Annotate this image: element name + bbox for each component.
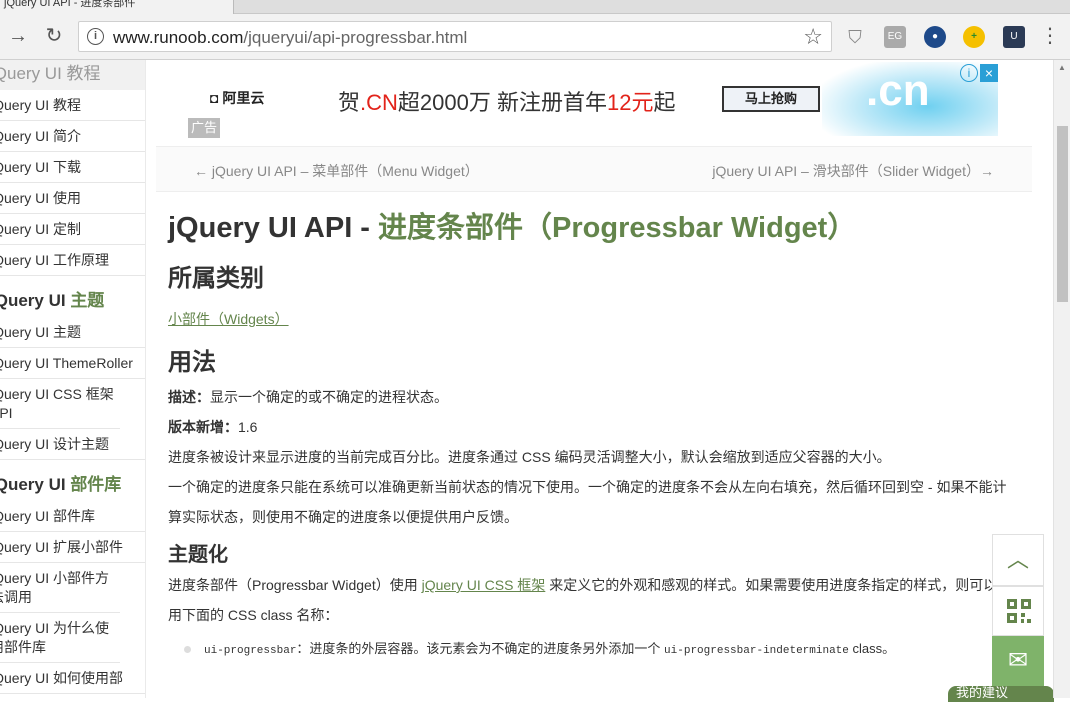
article: jQuery UI API - 进度条部件（Progressbar Widget… <box>168 206 1012 662</box>
sidebar-item[interactable]: jQuery UI 扩展小部件 <box>0 532 145 563</box>
ad-info-icon[interactable]: i <box>960 64 978 82</box>
theming-heading: 主题化 <box>168 544 228 566</box>
tab-title: jQuery UI API - 进度条部件 <box>4 0 136 9</box>
reload-icon[interactable]: ↻ <box>42 24 66 48</box>
main-content: ◘ 阿里云 贺.CN超2000万 新注册首年12元起 马上抢购 .cn i × … <box>156 60 1032 698</box>
ad-domain-text: .cn <box>866 66 930 115</box>
info-icon[interactable]: i <box>87 28 104 45</box>
extension-icon[interactable]: ● <box>924 26 946 48</box>
sidebar-section-widgets: jQuery UI 部件库 <box>0 460 145 501</box>
ad-buy-button[interactable]: 马上抢购 <box>722 86 820 112</box>
ad-domain-graphic: .cn i × <box>822 62 998 136</box>
chevron-up-icon: ︿ <box>1006 547 1029 572</box>
determinate-paragraph: 一个确定的进度条只能在系统可以准确更新当前状态的情况下使用。一个确定的进度条不会… <box>168 479 1007 525</box>
sidebar-item[interactable]: jQuery UI CSS 框架 API <box>0 379 120 429</box>
ad-tag: 广告 <box>188 118 220 138</box>
browser-tab[interactable]: jQuery UI API - 进度条部件 <box>0 0 234 14</box>
mail-icon: ✉ <box>1007 647 1029 674</box>
feedback-button[interactable]: 我的建议 <box>948 686 1054 702</box>
forward-icon[interactable]: → <box>6 24 30 48</box>
css-class-list: ui-progressbar：进度条的外层容器。该元素会为不确定的进度条另外添加… <box>168 638 1012 662</box>
section-label: jQuery UI <box>0 291 66 310</box>
ad-logo-text: 阿里云 <box>222 90 265 106</box>
category-heading: 所属类别 <box>168 265 264 292</box>
sidebar: jQuery UI 教程 jQuery UI 教程 jQuery UI 简介 j… <box>0 60 146 698</box>
description: 描述：显示一个确定的或不确定的进程状态。 <box>168 389 448 405</box>
next-article-link[interactable]: jQuery UI API – 滑块部件（Slider Widget）→ <box>712 161 994 181</box>
sidebar-item[interactable]: jQuery UI 设计主题 <box>0 429 145 460</box>
sidebar-section-theme: jQuery UI 主题 <box>0 276 145 317</box>
category-link[interactable]: 小部件（Widgets） <box>168 311 289 327</box>
list-item: ui-progressbar：进度条的外层容器。该元素会为不确定的进度条另外添加… <box>168 638 1012 662</box>
sidebar-item[interactable]: jQuery UI 工作原理 <box>0 245 145 276</box>
page-title: jQuery UI API - 进度条部件（Progressbar Widget… <box>168 212 857 244</box>
sidebar-item[interactable]: jQuery UI 小部件方法调用 <box>0 563 120 613</box>
sidebar-item[interactable]: jQuery UI 部件库 <box>0 501 145 532</box>
section-label-accent: 主题 <box>70 291 105 310</box>
qr-code-button[interactable] <box>992 586 1044 636</box>
sidebar-item[interactable]: jQuery UI 如何使用部 <box>0 663 145 694</box>
sidebar-item[interactable]: jQuery UI 主题 <box>0 317 145 348</box>
mail-button[interactable]: ✉ <box>992 636 1044 688</box>
url-host: www.runoob.com <box>113 28 244 47</box>
sidebar-item[interactable]: jQuery UI ThemeRoller <box>0 348 145 379</box>
article-pager: ← jQuery UI API – 菜单部件（Menu Widget） jQue… <box>156 146 1032 192</box>
ad-banner[interactable]: ◘ 阿里云 贺.CN超2000万 新注册首年12元起 马上抢购 .cn i × <box>186 60 998 140</box>
sidebar-item[interactable]: jQuery UI 下载 <box>0 152 145 183</box>
scroll-up-icon[interactable]: ▲ <box>1058 63 1066 72</box>
ad-slogan: 贺.CN超2000万 新注册首年12元起 <box>338 90 676 115</box>
back-to-top-button[interactable]: ︿ <box>992 534 1044 586</box>
sidebar-item[interactable]: jQuery UI 教程 <box>0 90 145 121</box>
usage-heading: 用法 <box>168 349 216 376</box>
section-label-accent: 部件库 <box>70 475 122 494</box>
sidebar-item[interactable]: jQuery UI 使用 <box>0 183 145 214</box>
ad-close-icon[interactable]: × <box>980 64 998 82</box>
tab-strip: jQuery UI API - 进度条部件 <box>0 0 1070 14</box>
url-path: /jqueryui/api-progressbar.html <box>243 28 468 47</box>
theming-paragraph: 进度条部件（Progressbar Widget）使用 jQuery UI CS… <box>168 577 1012 623</box>
scrollbar-thumb[interactable] <box>1057 126 1068 302</box>
page-scrollbar[interactable]: ▲ <box>1053 60 1070 698</box>
sidebar-item[interactable]: jQuery UI 为什么使用部件库 <box>0 613 120 663</box>
aliyun-logo-icon: ◘ <box>210 90 223 106</box>
ad-logo: ◘ 阿里云 <box>210 88 264 108</box>
browser-toolbar: → ↻ i www.runoob.com/jqueryui/api-progre… <box>0 14 1070 60</box>
sidebar-header: jQuery UI 教程 <box>0 60 145 90</box>
extension-icon[interactable]: U <box>1003 26 1025 48</box>
sidebar-item[interactable]: jQuery UI 定制 <box>0 214 145 245</box>
menu-icon[interactable]: ⋮ <box>1040 24 1060 48</box>
section-label: jQuery UI <box>0 475 66 494</box>
css-framework-link[interactable]: jQuery UI CSS 框架 <box>422 577 546 593</box>
url-text: www.runoob.com/jqueryui/api-progressbar.… <box>113 28 467 48</box>
version-info: 版本新增：1.6 <box>168 419 258 435</box>
qr-code-icon <box>1007 599 1031 623</box>
extension-icon[interactable]: EG <box>884 26 906 48</box>
intro-paragraph: 进度条被设计来显示进度的当前完成百分比。进度条通过 CSS 编码灵活调整大小，默… <box>168 449 891 465</box>
prev-article-link[interactable]: ← jQuery UI API – 菜单部件（Menu Widget） <box>194 161 479 181</box>
sidebar-item[interactable]: jQuery UI 简介 <box>0 121 145 152</box>
address-bar[interactable]: i www.runoob.com/jqueryui/api-progressba… <box>78 21 832 52</box>
bookmark-star-icon[interactable]: ☆ <box>803 24 823 50</box>
shield-icon[interactable]: ⛉ <box>844 26 866 48</box>
extension-icon[interactable]: + <box>963 26 985 48</box>
